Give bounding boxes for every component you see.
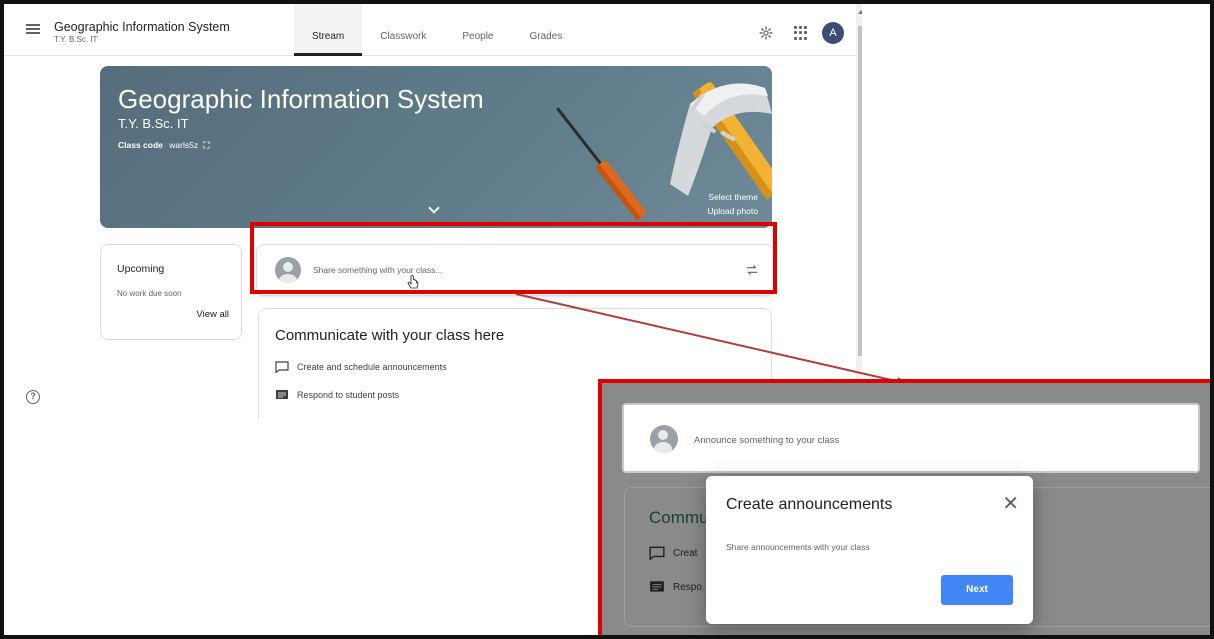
communicate-item-label: Respond to student posts bbox=[297, 390, 400, 400]
announce-box[interactable]: Announce something to your class bbox=[622, 403, 1200, 473]
scrollbar-thumb[interactable] bbox=[858, 26, 862, 356]
select-theme-link[interactable]: Select theme bbox=[708, 192, 758, 202]
scroll-up-arrow[interactable] bbox=[858, 10, 862, 14]
menu-icon[interactable] bbox=[26, 24, 40, 34]
course-title[interactable]: Geographic Information System bbox=[54, 20, 230, 34]
tools-illustration bbox=[556, 82, 772, 221]
communicate-item-label: Create and schedule announcements bbox=[297, 362, 447, 372]
chat-bubble-icon bbox=[275, 361, 289, 373]
view-all-link[interactable]: View all bbox=[196, 309, 229, 320]
upload-photo-link[interactable]: Upload photo bbox=[707, 206, 758, 216]
chevron-down-icon[interactable] bbox=[428, 202, 440, 214]
scrollbar[interactable] bbox=[856, 4, 862, 418]
class-code-label: Class code bbox=[118, 140, 163, 150]
inset-communicate-item: Creat bbox=[649, 546, 697, 560]
account-avatar[interactable]: A bbox=[822, 22, 844, 44]
dialog-title: Create announcements bbox=[726, 496, 893, 513]
upcoming-empty-text: No work due soon bbox=[117, 289, 182, 298]
close-icon[interactable]: ✕ bbox=[1002, 494, 1019, 514]
announce-placeholder[interactable]: Announce something to your class bbox=[694, 435, 839, 446]
help-icon[interactable]: ? bbox=[26, 390, 40, 404]
apps-grid-icon[interactable] bbox=[794, 26, 808, 40]
zoom-inset: Announce something to your class Commu C… bbox=[598, 379, 1214, 639]
share-box-highlight bbox=[250, 222, 777, 294]
create-announcements-dialog: Create announcements ✕ Share announcemen… bbox=[706, 476, 1033, 624]
chat-bubble-icon bbox=[649, 546, 665, 560]
inset-communicate-item: Respo bbox=[649, 580, 702, 594]
banner-subtitle: T.Y. B.Sc. IT bbox=[118, 116, 189, 131]
inset-item-label: Creat bbox=[673, 547, 698, 559]
tab-grades[interactable]: Grades bbox=[512, 4, 581, 56]
user-avatar-icon bbox=[650, 425, 678, 453]
dialog-body: Share announcements with your class bbox=[726, 542, 870, 552]
fullscreen-icon[interactable]: ⛶ bbox=[203, 140, 209, 150]
course-section: T.Y. B.Sc. IT bbox=[54, 35, 98, 44]
communicate-item: Respond to student posts bbox=[275, 389, 399, 401]
message-list-icon bbox=[650, 581, 664, 592]
class-banner: Geographic Information System T.Y. B.Sc.… bbox=[100, 66, 772, 228]
next-button[interactable]: Next bbox=[941, 575, 1013, 605]
inset-item-label: Respo bbox=[673, 581, 702, 593]
tab-classwork[interactable]: Classwork bbox=[362, 4, 444, 56]
upcoming-title: Upcoming bbox=[117, 263, 165, 275]
banner-title: Geographic Information System bbox=[118, 84, 484, 114]
gear-icon[interactable] bbox=[759, 26, 773, 40]
upcoming-card: Upcoming No work due soon View all bbox=[100, 244, 242, 340]
communicate-title: Communicate with your class here bbox=[275, 327, 505, 344]
communicate-item: Create and schedule announcements bbox=[275, 361, 447, 373]
classroom-app: Geographic Information System T.Y. B.Sc.… bbox=[4, 4, 862, 418]
tab-people[interactable]: People bbox=[444, 4, 511, 56]
tab-bar: Stream Classwork People Grades bbox=[294, 4, 580, 56]
tab-stream[interactable]: Stream bbox=[294, 4, 363, 56]
top-bar: Geographic Information System T.Y. B.Sc.… bbox=[4, 4, 862, 56]
inset-communicate-title: Commu bbox=[649, 508, 709, 527]
class-code-value: warls5z bbox=[169, 140, 199, 150]
class-code: Class code warls5z ⛶ bbox=[118, 140, 209, 151]
message-list-icon bbox=[276, 390, 288, 399]
